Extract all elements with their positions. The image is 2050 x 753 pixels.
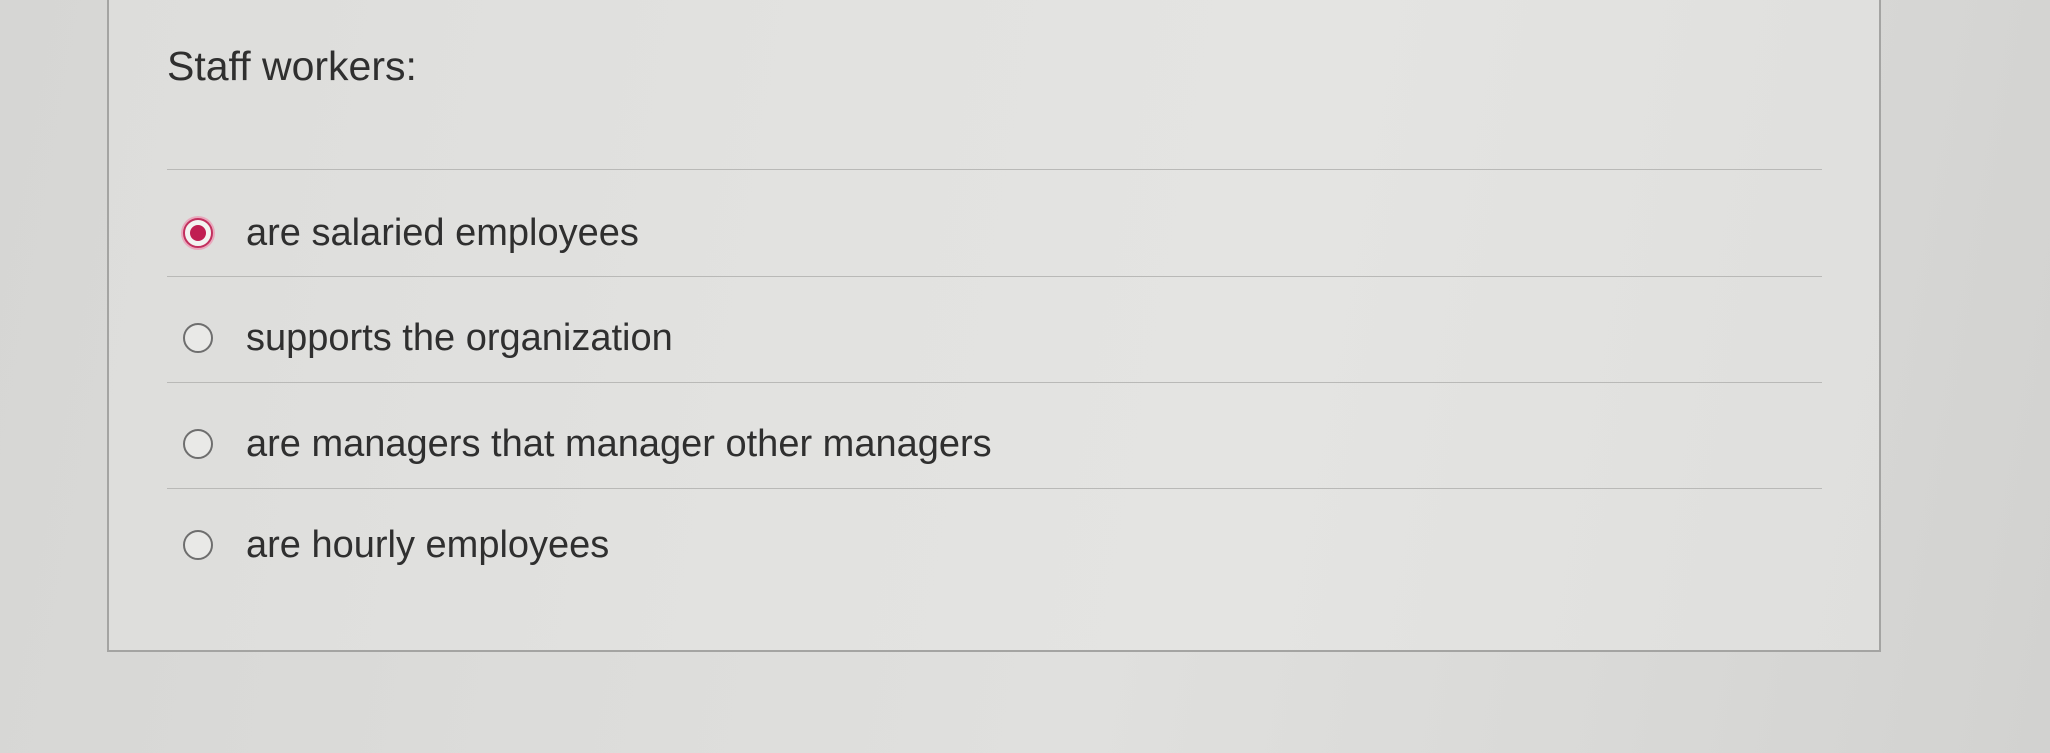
option-row-salaried[interactable]: are salaried employees xyxy=(167,205,1822,261)
divider xyxy=(167,169,1822,170)
option-row-hourly[interactable]: are hourly employees xyxy=(167,517,1822,573)
divider xyxy=(167,488,1822,489)
radio-unselected-icon[interactable] xyxy=(183,530,213,560)
option-row-managers[interactable]: are managers that manager other managers xyxy=(167,416,1822,472)
option-label: are managers that manager other managers xyxy=(246,423,992,465)
radio-unselected-icon[interactable] xyxy=(183,323,213,353)
question-title: Staff workers: xyxy=(167,43,417,89)
radio-selected-icon[interactable] xyxy=(183,218,213,248)
radio-unselected-icon[interactable] xyxy=(183,429,213,459)
divider xyxy=(167,276,1822,277)
option-row-supports[interactable]: supports the organization xyxy=(167,310,1822,366)
option-label: are hourly employees xyxy=(246,524,610,566)
divider xyxy=(167,382,1822,383)
option-label: supports the organization xyxy=(246,317,673,359)
option-label: are salaried employees xyxy=(246,212,639,254)
